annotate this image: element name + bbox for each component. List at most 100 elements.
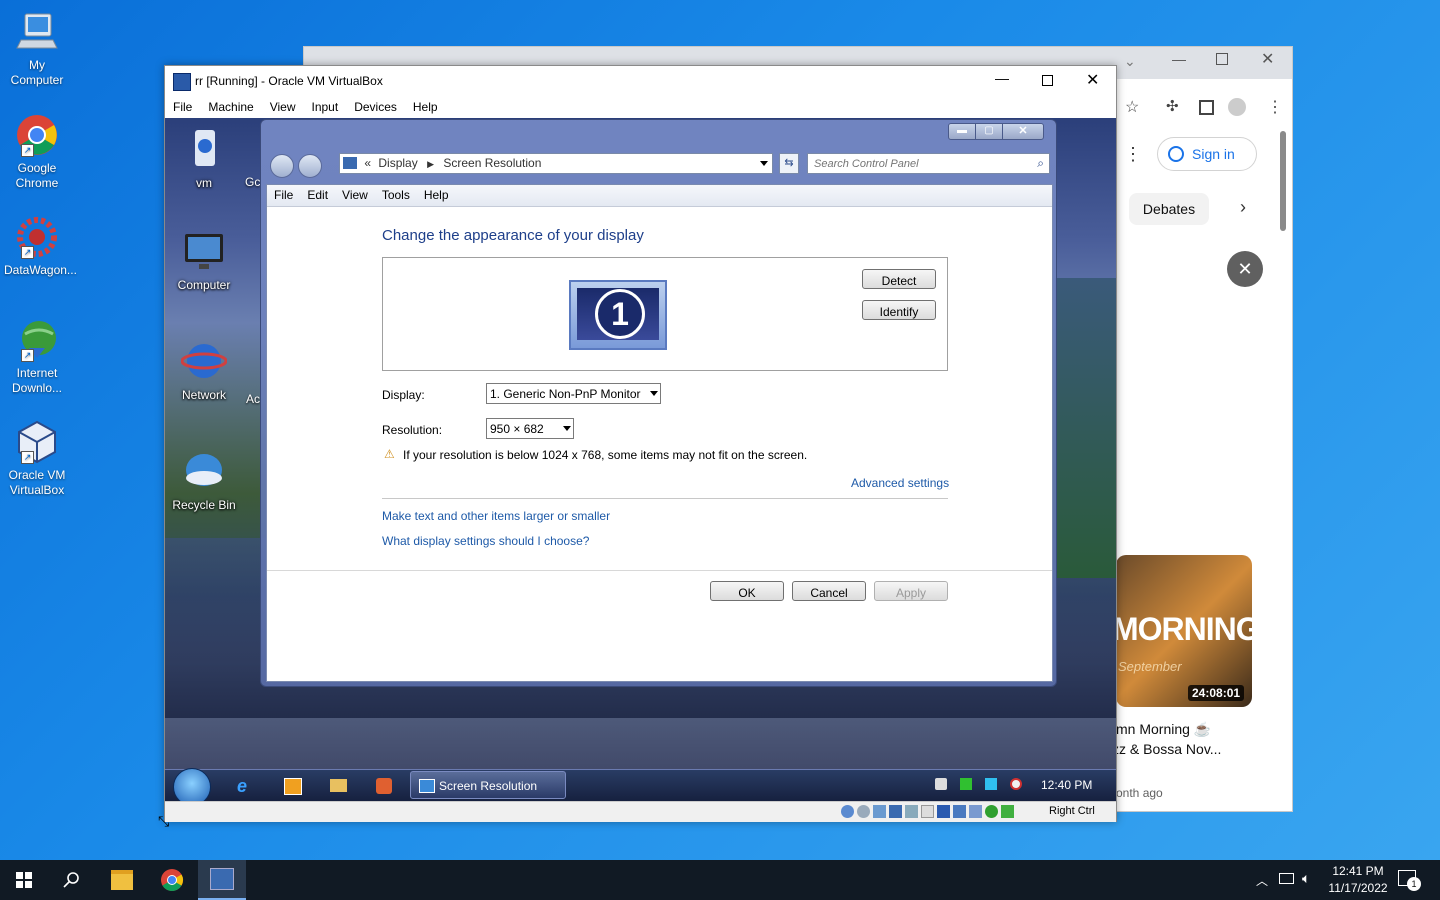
search-box[interactable]: ⌕ [807,153,1050,174]
audio-icon[interactable] [873,805,886,818]
network-icon[interactable] [889,805,902,818]
vbox-titlebar[interactable]: rr [Running] - Oracle VM VirtualBox — ✕ [165,66,1116,96]
desktop-icon-google-chrome[interactable]: ↗ Google Chrome [4,113,70,191]
tray-volume-icon[interactable] [1010,778,1022,790]
breadcrumb-overflow[interactable]: « [364,156,371,170]
start-button[interactable] [0,860,48,900]
folder-icon[interactable] [330,779,347,792]
menu-help[interactable]: Help [417,185,456,206]
tray-network-icon[interactable] [985,778,997,790]
identify-button[interactable]: Identify [862,300,936,320]
sign-in-button[interactable]: Sign in [1157,137,1257,171]
optical-drive-icon[interactable] [857,805,870,818]
refresh-icon[interactable]: ⇆ [779,153,799,174]
hdd-icon[interactable] [841,805,854,818]
detect-button[interactable]: Detect [862,269,936,289]
menu-view[interactable]: View [262,96,304,118]
notification-icon[interactable]: 1 [1398,870,1421,891]
maximize-icon[interactable] [1216,53,1228,65]
cancel-button[interactable]: Cancel [792,581,866,601]
star-icon[interactable]: ☆ [1125,97,1139,117]
dismiss-button[interactable]: ✕ [1227,251,1263,287]
advanced-settings-link[interactable]: Advanced settings [851,476,949,490]
display-select[interactable]: 1. Generic Non-PnP Monitor [486,383,661,404]
taskbar-item-screen-resolution[interactable]: Screen Resolution [410,771,566,799]
internet-explorer-icon[interactable]: e [237,776,247,797]
tab-search-icon[interactable]: ⌄ [1124,53,1136,70]
chevron-right-icon[interactable]: › [1240,197,1246,218]
minimize-icon[interactable]: — [995,70,1009,86]
usb-icon[interactable] [905,805,918,818]
tray-icon[interactable] [935,778,947,790]
menu-machine[interactable]: Machine [200,96,261,118]
guest-screen[interactable]: vm Gc Computer Network Ac Recycle Bin ▬ … [165,118,1116,801]
cpu-icon[interactable] [969,805,982,818]
back-button[interactable] [270,154,294,178]
chrome-menu-icon[interactable]: ⋮ [1267,97,1283,117]
menu-tools[interactable]: Tools [375,185,417,206]
taskbar-virtualbox[interactable] [198,860,246,900]
search-input[interactable] [808,154,1026,173]
guest-icon-recycle-bin[interactable]: Recycle Bin [165,448,243,512]
search-icon[interactable]: ⌕ [1037,156,1044,171]
virtualbox-window[interactable]: rr [Running] - Oracle VM VirtualBox — ✕ … [164,65,1117,822]
search-button[interactable] [48,860,96,900]
recording-icon[interactable] [953,805,966,818]
display-icon[interactable] [937,805,950,818]
address-bar[interactable]: « Display ▶ Screen Resolution [339,153,773,174]
paint-icon[interactable] [376,778,392,794]
menu-file[interactable]: File [165,96,200,118]
taskbar-chrome[interactable] [148,860,196,900]
start-orb-icon[interactable] [173,768,211,801]
desktop-icon-datawagon[interactable]: ↗ DataWagon... [4,215,77,278]
close-icon[interactable]: ✕ [1086,70,1099,90]
mouse-integration-icon[interactable] [1001,805,1014,818]
shared-folders-icon[interactable] [921,805,934,818]
menu-file[interactable]: File [267,185,300,206]
desktop-icon-my-computer[interactable]: My Computer [4,10,70,88]
minimize-icon[interactable]: ▬ [948,123,976,140]
chevron-up-icon[interactable]: ︿ [1256,872,1268,889]
monitor-1-preview[interactable]: 1 [569,280,667,350]
breadcrumb-display[interactable]: Display [378,156,417,170]
resolution-select[interactable]: 950 × 682 [486,418,574,439]
vt-icon[interactable] [985,805,998,818]
maximize-icon[interactable] [1042,75,1053,86]
video-title-line2[interactable]: zz & Bossa Nov... [1112,741,1221,757]
scrollbar-thumb[interactable] [1280,131,1286,231]
menu-input[interactable]: Input [304,96,347,118]
text-size-link[interactable]: Make text and other items larger or smal… [382,509,610,523]
menu-help[interactable]: Help [405,96,446,118]
taskbar-file-explorer[interactable] [98,860,146,900]
menu-edit[interactable]: Edit [300,185,335,206]
video-thumbnail[interactable]: MORNING September 24:08:01 [1116,555,1252,707]
profile-icon[interactable] [1228,98,1246,116]
chevron-down-icon[interactable] [760,161,768,166]
minimize-icon[interactable]: — [1172,51,1186,67]
menu-view[interactable]: View [335,185,375,206]
chip-debates[interactable]: Debates [1129,193,1209,225]
maximize-icon[interactable]: ▢ [975,123,1003,140]
guest-clock[interactable]: 12:40 PM [1041,778,1092,792]
desktop-icon-internet-download[interactable]: ↗ Internet Downlo... [4,318,70,396]
apply-button[interactable]: Apply [874,581,948,601]
close-icon[interactable]: ✕ [1002,123,1044,140]
network-icon[interactable] [1279,873,1294,884]
clock[interactable]: 12:41 PM 11/17/2022 [1322,863,1394,897]
menu-devices[interactable]: Devices [346,96,405,118]
desktop-icon-virtualbox[interactable]: ↗ Oracle VM VirtualBox [4,420,70,498]
extensions-icon[interactable]: ✣ [1166,97,1179,115]
guest-icon-vm[interactable]: vm [165,126,243,190]
guest-icon-computer[interactable]: Computer [165,228,243,292]
video-title-line1[interactable]: mn Morning ☕ [1116,721,1211,738]
ok-button[interactable]: OK [710,581,784,601]
sidepanel-icon[interactable] [1199,100,1214,115]
guest-icon-network[interactable]: Network [165,338,243,402]
close-icon[interactable]: ✕ [1261,49,1274,69]
display-help-link[interactable]: What display settings should I choose? [382,534,589,548]
youtube-menu-icon[interactable]: ⋮ [1124,144,1142,165]
breadcrumb-screen-resolution[interactable]: Screen Resolution [443,156,541,170]
tray-flag-icon[interactable] [960,778,972,790]
volume-icon[interactable]: 🔈︎ [1302,870,1310,887]
screen-resolution-window[interactable]: ▬ ▢ ✕ « Display ▶ Screen Resolution ⇆ ⌕ [260,119,1057,687]
